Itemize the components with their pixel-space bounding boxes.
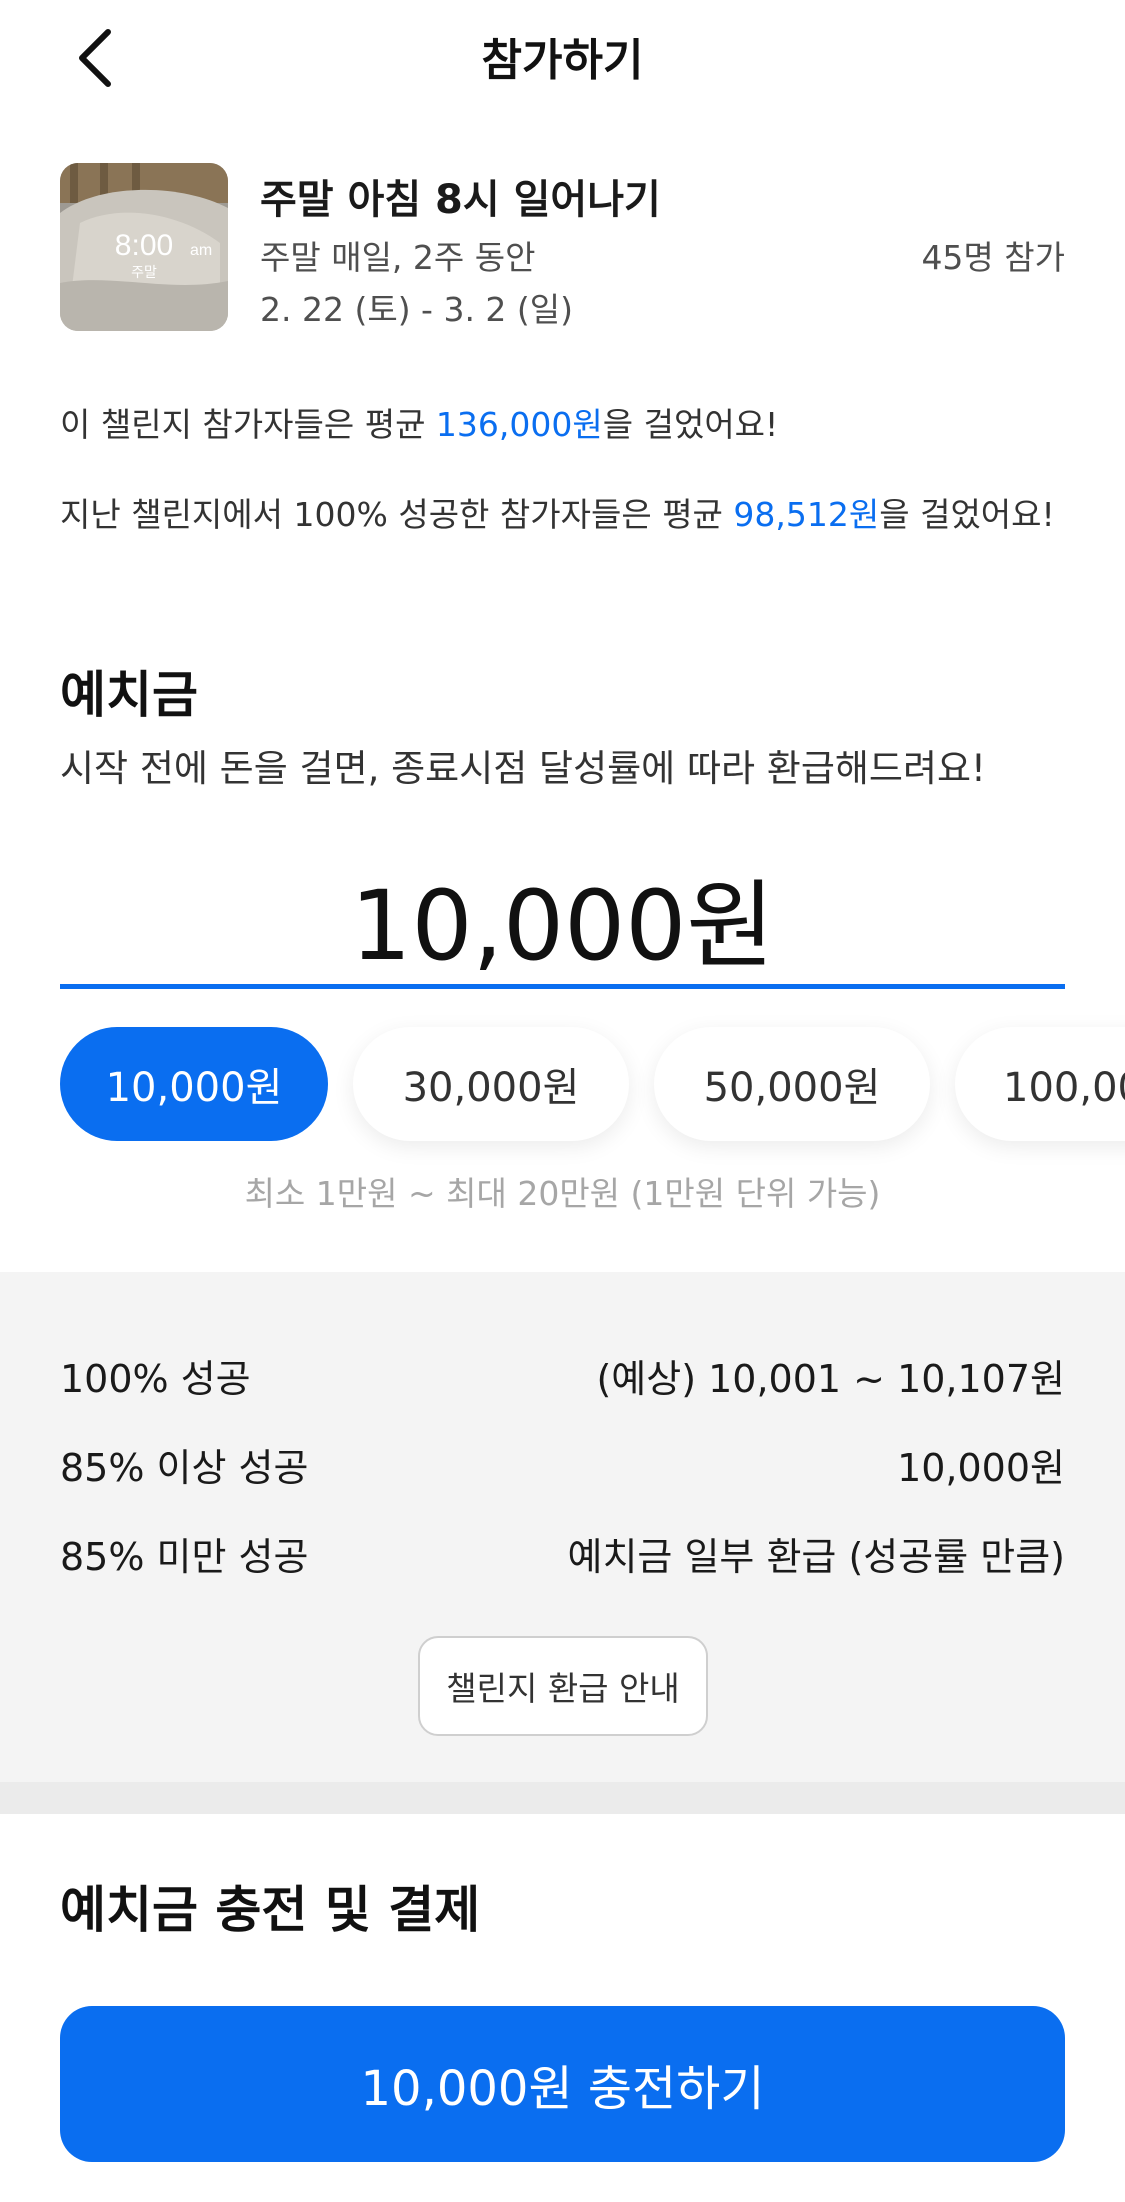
participant-count: 45명 참가 <box>921 238 1065 277</box>
info-text: 을 걸었어요! <box>602 405 779 444</box>
success-average-amount: 98,512원 <box>733 495 880 534</box>
info-text: 을 걸었어요! <box>879 495 1055 534</box>
deposit-range-note: 최소 1만원 ~ 최대 20만원 (1만원 단위 가능) <box>244 1174 881 1213</box>
svg-text:am: am <box>190 242 212 259</box>
deposit-heading: 예치금 <box>60 666 198 724</box>
refund-row: 100% 성공 (예상) 10,001 ~ 10,107원 <box>60 1348 1065 1403</box>
challenge-summary: 8:00 am 주말 주말 아침 8시 일어나기 주말 매일, 2주 동안 2.… <box>60 163 1065 333</box>
charge-button[interactable]: 10,000원 충전하기 <box>60 2006 1065 2162</box>
average-bet-info: 이 챌린지 참가자들은 평균 136,000원을 걸었어요! <box>60 398 778 446</box>
challenge-schedule: 주말 매일, 2주 동안 <box>260 238 536 277</box>
amount-chip-list: 10,000원 30,000원 50,000원 100,000원 <box>0 990 1125 1170</box>
refund-panel: 100% 성공 (예상) 10,001 ~ 10,107원 85% 이상 성공 … <box>0 1272 1125 1782</box>
refund-row: 85% 이상 성공 10,000원 <box>60 1437 1065 1492</box>
refund-condition: 85% 이상 성공 <box>60 1446 309 1490</box>
deposit-amount-input[interactable]: 10,000원 <box>60 848 1065 987</box>
refund-guide-button[interactable]: 챌린지 환급 안내 <box>418 1636 708 1736</box>
amount-underline <box>60 984 1065 989</box>
amount-chip[interactable]: 10,000원 <box>60 1027 328 1141</box>
refund-amount: 예치금 일부 환급 (성공률 만큼) <box>567 1535 1066 1579</box>
amount-chip[interactable]: 100,000원 <box>955 1027 1125 1141</box>
average-amount: 136,000원 <box>435 405 603 444</box>
amount-chip[interactable]: 30,000원 <box>353 1027 629 1141</box>
refund-row: 85% 미만 성공 예치금 일부 환급 (성공률 만큼) <box>60 1526 1065 1581</box>
section-divider <box>0 1782 1125 1814</box>
deposit-description: 시작 전에 돈을 걸면, 종료시점 달성률에 따라 환급해드려요! <box>60 747 986 790</box>
info-text: 지난 챌린지에서 100% 성공한 참가자들은 평균 <box>60 495 734 534</box>
challenge-title: 주말 아침 8시 일어나기 <box>260 177 661 223</box>
amount-chip[interactable]: 50,000원 <box>654 1027 930 1141</box>
svg-text:8:00: 8:00 <box>115 229 173 262</box>
svg-text:주말: 주말 <box>131 265 157 281</box>
info-text: 이 챌린지 참가자들은 평균 <box>60 405 436 444</box>
refund-condition: 100% 성공 <box>60 1357 251 1401</box>
refund-condition: 85% 미만 성공 <box>60 1535 309 1579</box>
page-title: 참가하기 <box>481 35 644 86</box>
challenge-dates: 2. 22 (토) - 3. 2 (일) <box>260 290 574 329</box>
success-bet-info: 지난 챌린지에서 100% 성공한 참가자들은 평균 98,512원을 걸었어요… <box>60 488 1055 536</box>
refund-amount: (예상) 10,001 ~ 10,107원 <box>596 1357 1065 1401</box>
app-header: 참가하기 <box>0 0 1125 115</box>
refund-amount: 10,000원 <box>897 1446 1065 1490</box>
challenge-thumbnail: 8:00 am 주말 <box>60 163 228 331</box>
payment-heading: 예치금 충전 및 결제 <box>60 1881 481 1939</box>
